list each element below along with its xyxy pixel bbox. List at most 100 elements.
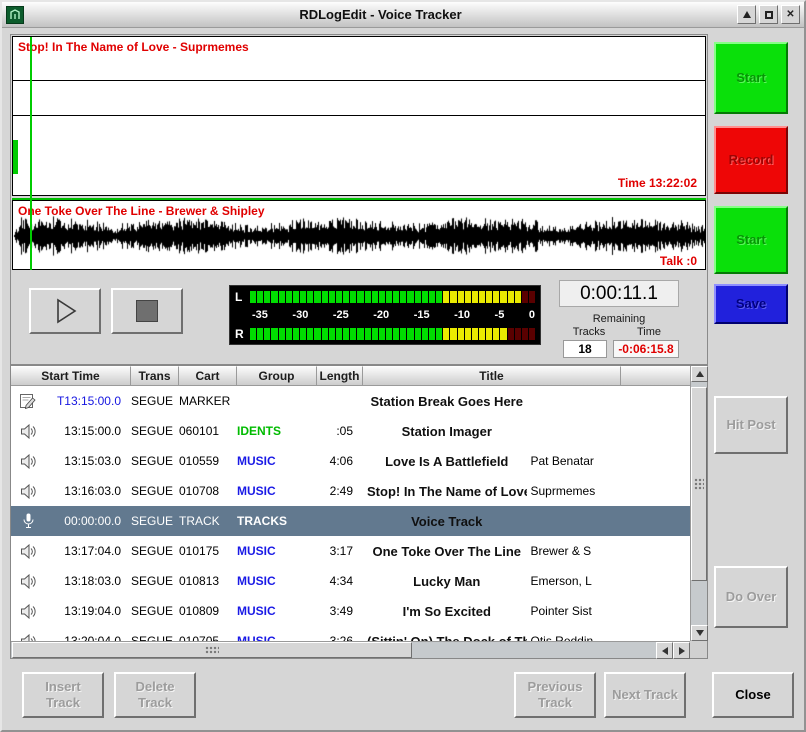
horizontal-scroll-thumb[interactable] <box>12 642 412 658</box>
close-window-button[interactable]: ✕ <box>781 5 800 24</box>
scrollbar-corner <box>690 641 707 658</box>
tracks-remaining-label: Tracks <box>559 326 619 338</box>
previous-track-button[interactable]: Previous Track <box>514 672 596 718</box>
row-artist: Emerson, L <box>527 574 691 588</box>
row-trans: SEGUE <box>131 544 179 558</box>
meter-right-bar <box>250 328 535 340</box>
stop-button[interactable] <box>111 288 183 334</box>
log-rows: T13:15:00.0SEGUEMARKERStation Break Goes… <box>11 386 690 641</box>
row-group: IDENTS <box>237 424 317 438</box>
speaker-icon <box>11 544 45 559</box>
elapsed-time-display: 0:00:11.1 <box>559 280 679 307</box>
row-trans: SEGUE <box>131 484 179 498</box>
track2-waveform-panel[interactable]: One Toke Over The Line - Brewer & Shiple… <box>12 200 706 270</box>
transport-bar: L -35-30-25-20-15-10-50 R 0:00:11.1 Rema… <box>11 276 707 364</box>
segue-marker-line <box>12 198 706 200</box>
row-start-time: 13:16:03.0 <box>45 484 131 498</box>
vertical-scrollbar[interactable] <box>690 366 707 641</box>
row-title: I'm So Excited <box>363 604 527 619</box>
row-title: Station Imager <box>363 424 527 439</box>
titlebar[interactable]: RDLogEdit - Voice Tracker ✕ <box>2 2 804 28</box>
play-icon <box>50 296 80 326</box>
row-start-time: 13:18:03.0 <box>45 574 131 588</box>
row-length: 4:06 <box>317 454 363 468</box>
track1-time-label: Time 13:22:02 <box>618 176 697 190</box>
row-start-time: 13:15:00.0 <box>45 424 131 438</box>
playback-cursor <box>30 37 32 270</box>
table-row[interactable]: 00:00:00.0SEGUETRACKTRACKSVoice Track <box>11 506 690 536</box>
hit-post-button[interactable]: Hit Post <box>714 396 788 454</box>
start-playback-button[interactable]: Start <box>714 206 788 274</box>
delete-track-button[interactable]: Delete Track <box>114 672 196 718</box>
row-cart: 010708 <box>179 484 237 498</box>
row-start-time: 13:17:04.0 <box>45 544 131 558</box>
row-trans: SEGUE <box>131 394 179 408</box>
row-cart: 060101 <box>179 424 237 438</box>
row-cart: 010705 <box>179 634 237 641</box>
table-row[interactable]: 13:17:04.0SEGUE010175MUSIC3:17One Toke O… <box>11 536 690 566</box>
record-button[interactable]: Record <box>714 126 788 194</box>
table-row[interactable]: 13:20:04.0SEGUE010705MUSIC3:26(Sittin' O… <box>11 626 690 641</box>
row-group: MUSIC <box>237 454 317 468</box>
column-header-trans[interactable]: Trans <box>131 366 179 386</box>
up-arrow-icon <box>696 367 704 377</box>
column-header-title[interactable]: Title <box>363 366 621 386</box>
row-length: :05 <box>317 424 363 438</box>
row-title: Stop! In The Name of Love <box>363 484 527 499</box>
column-header-length[interactable]: Length <box>317 366 363 386</box>
stop-icon <box>136 300 158 322</box>
scroll-down-button[interactable] <box>691 625 708 641</box>
mic-icon <box>11 513 45 529</box>
maximize-button[interactable] <box>759 5 778 24</box>
row-cart: 010175 <box>179 544 237 558</box>
row-title: Station Break Goes Here <box>363 394 527 409</box>
vertical-scroll-track[interactable] <box>691 382 707 625</box>
row-group: MUSIC <box>237 634 317 641</box>
table-row[interactable]: T13:15:00.0SEGUEMARKERStation Break Goes… <box>11 386 690 416</box>
track1-waveform-panel[interactable]: Stop! In The Name of Love - Suprmemes Ti… <box>12 36 706 196</box>
row-length: 4:34 <box>317 574 363 588</box>
meter-left-bar <box>250 291 535 303</box>
table-row[interactable]: 13:15:03.0SEGUE010559MUSIC4:06Love Is A … <box>11 446 690 476</box>
thumb-grip <box>205 646 219 654</box>
tracks-remaining-value: 18 <box>563 340 607 358</box>
row-start-time: 13:15:03.0 <box>45 454 131 468</box>
row-trans: SEGUE <box>131 454 179 468</box>
save-button[interactable]: Save <box>714 284 788 324</box>
table-row[interactable]: 13:16:03.0SEGUE010708MUSIC2:49Stop! In T… <box>11 476 690 506</box>
insert-track-button[interactable]: Insert Track <box>22 672 104 718</box>
start-record-button[interactable]: Start <box>714 42 788 114</box>
column-header-artist[interactable] <box>621 366 690 386</box>
shade-button[interactable] <box>737 5 756 24</box>
track1-middle-band <box>13 81 705 116</box>
column-header-group[interactable]: Group <box>237 366 317 386</box>
track-start-marker <box>13 140 18 174</box>
table-row[interactable]: 13:15:00.0SEGUE060101IDENTS:05Station Im… <box>11 416 690 446</box>
table-row[interactable]: 13:19:04.0SEGUE010809MUSIC3:49I'm So Exc… <box>11 596 690 626</box>
row-cart: MARKER <box>179 394 237 408</box>
scroll-left-button[interactable] <box>656 642 673 659</box>
row-trans: SEGUE <box>131 514 179 528</box>
horizontal-scrollbar[interactable] <box>11 641 690 658</box>
column-header-start-time[interactable]: Start Time <box>11 366 131 386</box>
next-track-button[interactable]: Next Track <box>604 672 686 718</box>
do-over-button[interactable]: Do Over <box>714 566 788 628</box>
row-artist: Suprmemes <box>527 484 691 498</box>
table-row[interactable]: 13:18:03.0SEGUE010813MUSIC4:34Lucky ManE… <box>11 566 690 596</box>
row-title: One Toke Over The Line <box>363 544 527 559</box>
meter-left-label: L <box>235 290 250 304</box>
thumb-grip <box>694 478 704 490</box>
track1-bottom-band: Time 13:22:02 <box>13 116 705 193</box>
row-cart: 010809 <box>179 604 237 618</box>
meter-right-label: R <box>235 327 250 341</box>
vertical-scroll-thumb[interactable] <box>691 387 707 581</box>
close-button[interactable]: Close <box>712 672 794 718</box>
column-header-cart[interactable]: Cart <box>179 366 237 386</box>
time-remaining-label: Time <box>619 326 679 338</box>
play-button[interactable] <box>29 288 101 334</box>
speaker-icon <box>11 484 45 499</box>
scroll-right-button[interactable] <box>673 642 690 659</box>
row-length: 3:17 <box>317 544 363 558</box>
horizontal-scroll-track[interactable] <box>11 642 656 658</box>
scroll-up-button[interactable] <box>691 366 708 382</box>
